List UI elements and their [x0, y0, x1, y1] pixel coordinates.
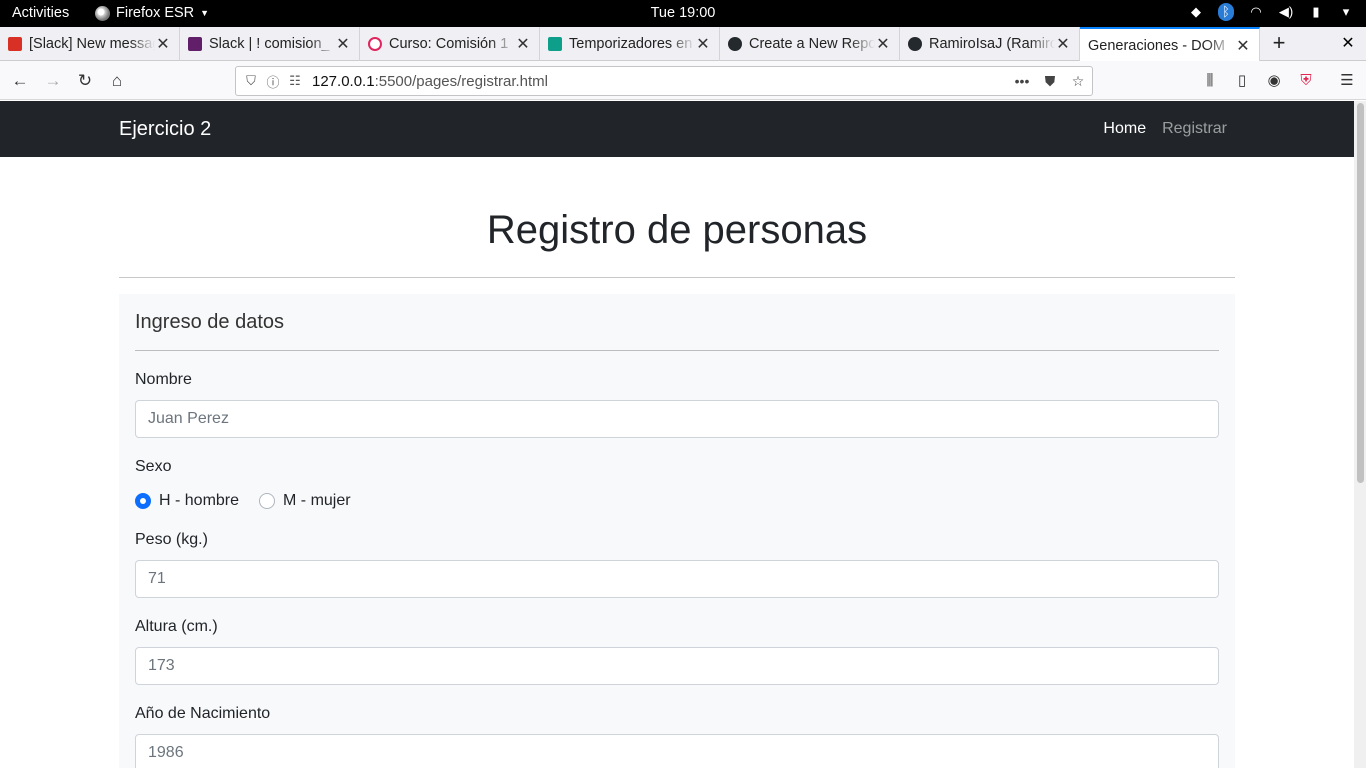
- tab-title: Temporizadores en: [569, 36, 693, 52]
- page-content: Ejercicio 2 Home Registrar Registro de p…: [0, 101, 1354, 768]
- form-card: Ingreso de datos Nombre Sexo H - hombre …: [119, 294, 1235, 768]
- tab-course[interactable]: Curso: Comisión 1 ✕: [360, 27, 540, 61]
- home-button[interactable]: ⌂: [104, 68, 130, 94]
- github-icon: [728, 37, 742, 51]
- navbar-links: Home Registrar: [1103, 120, 1227, 138]
- nav-link-home[interactable]: Home: [1103, 120, 1146, 138]
- card-divider: [135, 350, 1219, 351]
- peso-input[interactable]: [135, 560, 1219, 598]
- bookmark-star-icon[interactable]: ☆: [1064, 73, 1092, 90]
- system-top-bar: Activities Firefox ESR ▼ Tue 19:00 ◆ ᛒ ◠…: [0, 0, 1366, 27]
- tab-slack[interactable]: Slack | ! comision_ ✕: [180, 27, 360, 61]
- close-tab-icon[interactable]: ✕: [1055, 34, 1071, 54]
- page-actions-icon[interactable]: •••: [1008, 73, 1036, 89]
- dropbox-icon[interactable]: ◆: [1188, 3, 1204, 21]
- radio-mujer-label[interactable]: M - mujer: [283, 492, 351, 510]
- radio-mujer[interactable]: M - mujer: [259, 492, 351, 510]
- tab-title: Slack | ! comision_: [209, 36, 330, 52]
- scrollbar-thumb[interactable]: [1357, 103, 1364, 483]
- info-icon[interactable]: ⓘ: [262, 72, 284, 91]
- tab-title: Create a New Repo: [749, 36, 875, 52]
- tab-temporizadores[interactable]: Temporizadores en ✕: [540, 27, 720, 61]
- close-tab-icon[interactable]: ✕: [1235, 36, 1251, 56]
- close-tab-icon[interactable]: ✕: [155, 34, 171, 54]
- sexo-label: Sexo: [135, 458, 172, 475]
- url-text[interactable]: 127.0.0.1:5500/pages/registrar.html: [312, 73, 1008, 90]
- site-icon: [548, 37, 562, 51]
- tab-gmail[interactable]: [Slack] New messages ✕: [0, 27, 180, 61]
- permissions-icon[interactable]: ☷: [284, 73, 306, 89]
- site-navbar: Ejercicio 2 Home Registrar: [0, 101, 1354, 157]
- gmail-icon: [8, 37, 22, 51]
- altura-label: Altura (cm.): [135, 618, 218, 635]
- url-bar[interactable]: ⛉ ⓘ ☷ 127.0.0.1:5500/pages/registrar.htm…: [235, 66, 1093, 96]
- course-icon: [368, 37, 382, 51]
- sexo-radio-group: H - hombre M - mujer: [135, 491, 1219, 511]
- system-menu-caret-icon[interactable]: ▾: [1338, 3, 1354, 21]
- radio-hombre-label[interactable]: H - hombre: [159, 492, 239, 510]
- hamburger-menu-icon[interactable]: ☰: [1334, 68, 1360, 94]
- tab-title: RamiroIsaJ (Ramiro: [929, 36, 1055, 52]
- tab-title: Curso: Comisión 1: [389, 36, 509, 52]
- peso-label: Peso (kg.): [135, 531, 208, 548]
- anio-nacimiento-label: Año de Nacimiento: [135, 705, 271, 722]
- volume-icon[interactable]: ◀): [1278, 3, 1294, 21]
- new-tab-button[interactable]: +: [1266, 27, 1292, 61]
- battery-icon[interactable]: ▮: [1308, 3, 1324, 21]
- sidebar-icon[interactable]: ▯: [1229, 68, 1255, 94]
- close-window-icon[interactable]: ✕: [1338, 27, 1358, 61]
- card-title: Ingreso de datos: [135, 311, 284, 333]
- tab-github-profile[interactable]: RamiroIsaJ (Ramiro ✕: [900, 27, 1080, 61]
- close-tab-icon[interactable]: ✕: [695, 34, 711, 54]
- ublock-icon[interactable]: ⛨: [1293, 68, 1319, 94]
- radio-hombre[interactable]: H - hombre: [135, 492, 239, 510]
- reload-button[interactable]: ↻: [72, 68, 98, 94]
- page-title: Registro de personas: [486, 208, 868, 252]
- shield-icon[interactable]: ⛉: [240, 73, 262, 89]
- divider: [119, 277, 1235, 278]
- tab-github-new-repo[interactable]: Create a New Repo ✕: [720, 27, 900, 61]
- bluetooth-icon[interactable]: ᛒ: [1218, 3, 1234, 21]
- tab-title: Generaciones - DOM: [1088, 37, 1225, 54]
- page-scrollbar[interactable]: [1354, 101, 1366, 768]
- account-icon[interactable]: ◉: [1261, 68, 1287, 94]
- close-tab-icon[interactable]: ✕: [875, 34, 891, 54]
- slack-icon: [188, 37, 202, 51]
- anio-nacimiento-input[interactable]: [135, 734, 1219, 768]
- radio-button-checked[interactable]: [135, 493, 151, 509]
- nombre-label: Nombre: [135, 371, 192, 388]
- clock[interactable]: Tue 19:00: [0, 5, 1366, 21]
- browser-toolbar: ← → ↻ ⌂ ⛉ ⓘ ☷ 127.0.0.1:5500/pages/regis…: [0, 61, 1366, 100]
- altura-input[interactable]: [135, 647, 1219, 685]
- tab-generaciones[interactable]: Generaciones - DOM ✕: [1080, 27, 1260, 62]
- nombre-input[interactable]: [135, 400, 1219, 438]
- system-tray[interactable]: ◆ ᛒ ◠ ◀) ▮ ▾: [1188, 3, 1354, 21]
- main-container: Registro de personas Ingreso de datos No…: [119, 157, 1235, 768]
- tab-title: [Slack] New messages: [29, 36, 155, 52]
- library-icon[interactable]: ⫼: [1197, 68, 1223, 94]
- close-tab-icon[interactable]: ✕: [515, 34, 531, 54]
- nav-link-registrar[interactable]: Registrar: [1162, 120, 1227, 138]
- close-tab-icon[interactable]: ✕: [335, 34, 351, 54]
- back-button[interactable]: ←: [7, 68, 33, 94]
- forward-button[interactable]: →: [40, 68, 66, 94]
- pocket-icon[interactable]: ⛊: [1036, 73, 1064, 90]
- github-icon: [908, 37, 922, 51]
- tab-strip: [Slack] New messages ✕ Slack | ! comisio…: [0, 27, 1366, 62]
- wifi-icon[interactable]: ◠: [1248, 3, 1264, 21]
- url-host: 127.0.0.1: [312, 72, 375, 90]
- radio-button-unchecked[interactable]: [259, 493, 276, 509]
- url-path: :5500/pages/registrar.html: [374, 72, 548, 90]
- navbar-brand[interactable]: Ejercicio 2: [119, 118, 211, 141]
